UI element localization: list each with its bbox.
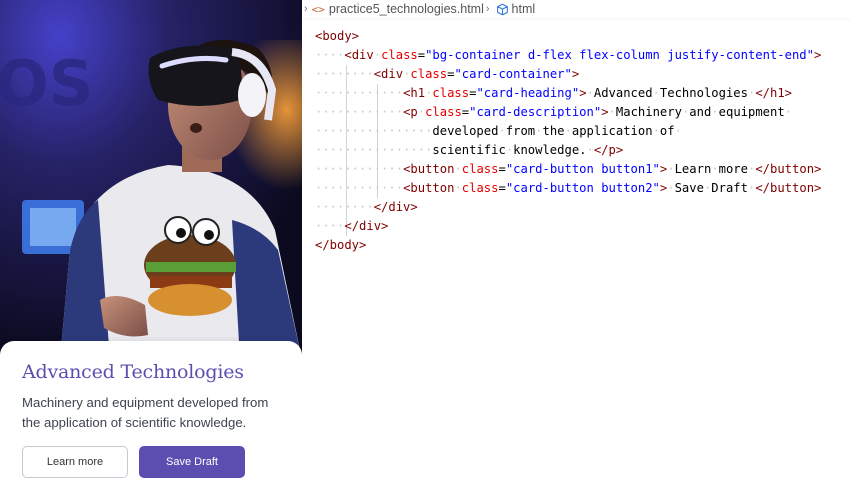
card-container: Advanced Technologies Machinery and equi… (0, 341, 302, 484)
code-line[interactable]: ············<h1·class="card-heading">·Ad… (315, 84, 821, 103)
indent-whitespace: ················ (315, 143, 433, 157)
code-token-str: "card-container" (454, 67, 572, 81)
code-line[interactable]: ········<div·class="card-container"> (315, 65, 821, 84)
chevron-right-icon: › (304, 3, 308, 15)
code-token-attr: class (461, 162, 499, 176)
code-token-txt: = (498, 181, 506, 195)
code-token-txt: · (454, 181, 462, 195)
code-line[interactable]: </body> (315, 236, 821, 255)
indent-whitespace: ············ (315, 162, 404, 176)
code-line[interactable]: ················developed·from·the·appli… (315, 122, 821, 141)
code-token-tag: <body> (315, 29, 360, 43)
indent-whitespace: ···· (315, 219, 345, 233)
code-token-tag: <button (403, 162, 455, 176)
code-token-tag: > (601, 105, 609, 119)
chevron-right-icon: › (485, 3, 490, 15)
indent-whitespace: ········ (315, 200, 374, 214)
code-token-str: "card-description" (469, 105, 602, 119)
code-token-txt: ·Save·Draft· (667, 181, 756, 195)
indent-whitespace: ················ (315, 124, 433, 138)
indent-whitespace: ············ (315, 105, 404, 119)
code-token-attr: class (381, 48, 418, 62)
code-token-tag: <div (344, 48, 374, 62)
breadcrumb-symbol[interactable]: html (512, 2, 536, 16)
indent-whitespace: ···· (315, 48, 345, 62)
code-token-txt: = (417, 48, 426, 62)
code-token-txt: · (417, 105, 426, 119)
code-token-tag: <div (373, 67, 404, 81)
code-token-tag: <button (403, 181, 455, 195)
save-draft-button[interactable]: Save Draft (139, 446, 245, 478)
code-token-str: "card-heading" (476, 86, 580, 100)
code-token-tag: <p (403, 105, 418, 119)
indent-whitespace: ············ (315, 86, 404, 100)
code-token-str: "card-button button1" (505, 162, 660, 176)
code-content[interactable]: <body> ····<div·class="bg-container d-fle… (315, 27, 821, 255)
code-line[interactable]: ····<div·class="bg-container d-flex flex… (315, 46, 821, 65)
code-token-txt: · (454, 162, 462, 176)
code-token-tag: </p> (593, 143, 624, 157)
code-token-attr: class (425, 105, 462, 119)
code-line[interactable]: ············<p·class="card-description">… (315, 103, 821, 122)
code-token-tag: > (579, 86, 587, 100)
card-description: Machinery and equipment developed from t… (22, 395, 269, 430)
cube-icon (496, 3, 509, 16)
indent-whitespace: ········ (315, 67, 374, 81)
card-heading: Advanced Technologies (22, 361, 244, 383)
code-line[interactable]: ····</div> (315, 217, 821, 236)
code-token-txt: scientific·knowledge.· (432, 143, 594, 157)
breadcrumb: › <> practice5_technologies.html › html (302, 0, 851, 18)
code-token-tag: > (813, 48, 822, 62)
preview-pane: OS Advanced Technologies Machinery and e… (0, 0, 302, 484)
code-line[interactable]: ········</div> (315, 198, 821, 217)
vr-headset-photo: OS (0, 0, 302, 360)
code-line[interactable]: ············<button·class="card-button b… (315, 160, 821, 179)
code-token-tag: </div> (344, 219, 389, 233)
learn-more-button[interactable]: Learn more (22, 446, 128, 478)
code-token-tag: </button> (755, 162, 822, 176)
code-line[interactable]: <body> (315, 27, 821, 46)
code-line[interactable]: ················scientific·knowledge.·</… (315, 141, 821, 160)
code-token-tag: </button> (755, 181, 822, 195)
code-token-txt: ·Machinery·and·equipment· (608, 105, 793, 119)
code-brackets-icon: <> (311, 2, 325, 16)
code-token-txt: = (498, 162, 506, 176)
code-token-tag: </div> (373, 200, 418, 214)
code-token-str: "card-button button2" (505, 181, 660, 195)
code-token-txt: ·Advanced·Technologies· (586, 86, 756, 100)
code-token-txt: · (373, 48, 382, 62)
code-token-tag: </h1> (755, 86, 793, 100)
breadcrumb-file-name[interactable]: practice5_technologies.html (329, 2, 484, 16)
code-editor[interactable]: › <> practice5_technologies.html › html … (302, 0, 851, 484)
indent-whitespace: ············ (315, 181, 404, 195)
code-token-tag: </body> (315, 238, 367, 252)
code-token-txt: ·Learn·more· (667, 162, 756, 176)
code-token-txt: developed·from·the·application·of· (432, 124, 682, 138)
code-line[interactable]: ············<button·class="card-button b… (315, 179, 821, 198)
svg-text:OS: OS (0, 47, 93, 120)
code-token-str: "bg-container d-flex flex-column justify… (425, 48, 814, 62)
code-token-attr: class (410, 67, 448, 81)
code-token-attr: class (461, 181, 499, 195)
code-token-tag: > (571, 67, 580, 81)
code-token-tag: <h1 (403, 86, 426, 100)
code-token-attr: class (432, 86, 470, 100)
